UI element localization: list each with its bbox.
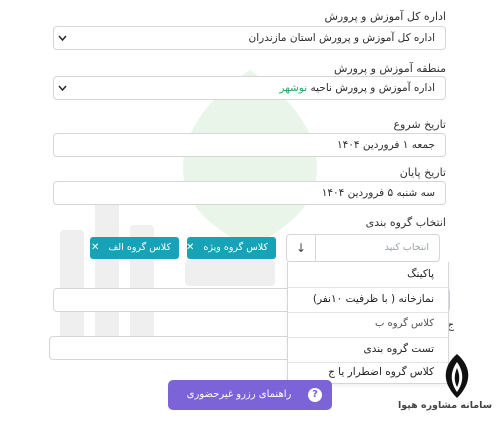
end-date-label: تاریخ پایان bbox=[399, 166, 446, 179]
divider bbox=[288, 362, 448, 363]
dropdown-option[interactable]: نمازخانه ( با ظرفیت ۱۰نفر) bbox=[313, 293, 434, 305]
department-label: اداره کل آموزش و پرورش bbox=[324, 10, 446, 23]
department-select[interactable]: اداره کل آموزش و پرورش استان مازندران bbox=[53, 26, 446, 50]
remove-chip-icon[interactable]: ✕ bbox=[91, 242, 99, 253]
region-value-highlight: نوشهر bbox=[279, 82, 308, 94]
group-multiselect-placeholder: انتخاب کنید bbox=[384, 242, 429, 253]
chevron-down-icon bbox=[58, 77, 67, 108]
end-date-value: سه شنبه ۵ فروردین ۱۴۰۴ bbox=[321, 187, 435, 199]
question-icon: ? bbox=[308, 388, 322, 402]
chip-special-group[interactable]: کلاس گروه ویژه ✕ bbox=[186, 237, 276, 259]
group-dropdown-menu: پاکینگ نمازخانه ( با ظرفیت ۱۰نفر) کلاس گ… bbox=[287, 262, 449, 384]
region-select[interactable]: اداره آموزش و پرورش ناحیه نوشهر bbox=[53, 76, 446, 100]
group-select-label: انتخاب گروه بندی bbox=[365, 216, 446, 229]
divider bbox=[288, 287, 448, 288]
arrow-down-icon[interactable]: ↓ bbox=[287, 235, 316, 261]
dropdown-group-header: کلاس گروه ب bbox=[374, 318, 434, 329]
chip-label: کلاس گروه ویژه bbox=[203, 242, 268, 253]
divider bbox=[288, 312, 448, 313]
reservation-guide-button[interactable]: ? راهنمای رزرو غیرحضوری فرهنگیان bbox=[168, 380, 332, 430]
dropdown-option[interactable]: تست گروه بندی bbox=[364, 343, 434, 355]
end-date-field[interactable]: سه شنبه ۵ فروردین ۱۴۰۴ bbox=[53, 181, 446, 205]
start-date-value: جمعه ۱ فروردین ۱۴۰۴ bbox=[336, 139, 435, 151]
dropdown-option[interactable]: کلاس گروه اضطرار یا ج bbox=[328, 366, 434, 378]
remove-chip-icon[interactable]: ✕ bbox=[186, 242, 194, 253]
brand-logo bbox=[445, 354, 469, 398]
start-date-field[interactable]: جمعه ۱ فروردین ۱۴۰۴ bbox=[53, 133, 446, 157]
chip-label: کلاس گروه الف bbox=[108, 242, 171, 253]
chevron-down-icon bbox=[58, 27, 67, 58]
region-value: اداره آموزش و پرورش ناحیه bbox=[310, 82, 435, 94]
group-multiselect[interactable]: انتخاب کنید ↓ bbox=[286, 234, 440, 262]
region-label: منطقه آموزش و پرورش bbox=[333, 62, 446, 75]
start-date-label: تاریخ شروع bbox=[393, 118, 446, 131]
divider bbox=[288, 337, 448, 338]
reservation-guide-label: راهنمای رزرو غیرحضوری فرهنگیان bbox=[186, 389, 292, 430]
dropdown-option[interactable]: پاکینگ bbox=[407, 268, 434, 280]
brand-text: سامانه مشاوره هپوا bbox=[398, 400, 493, 411]
chip-group-alef[interactable]: کلاس گروه الف ✕ bbox=[90, 237, 179, 259]
department-value: اداره کل آموزش و پرورش استان مازندران bbox=[248, 32, 435, 44]
